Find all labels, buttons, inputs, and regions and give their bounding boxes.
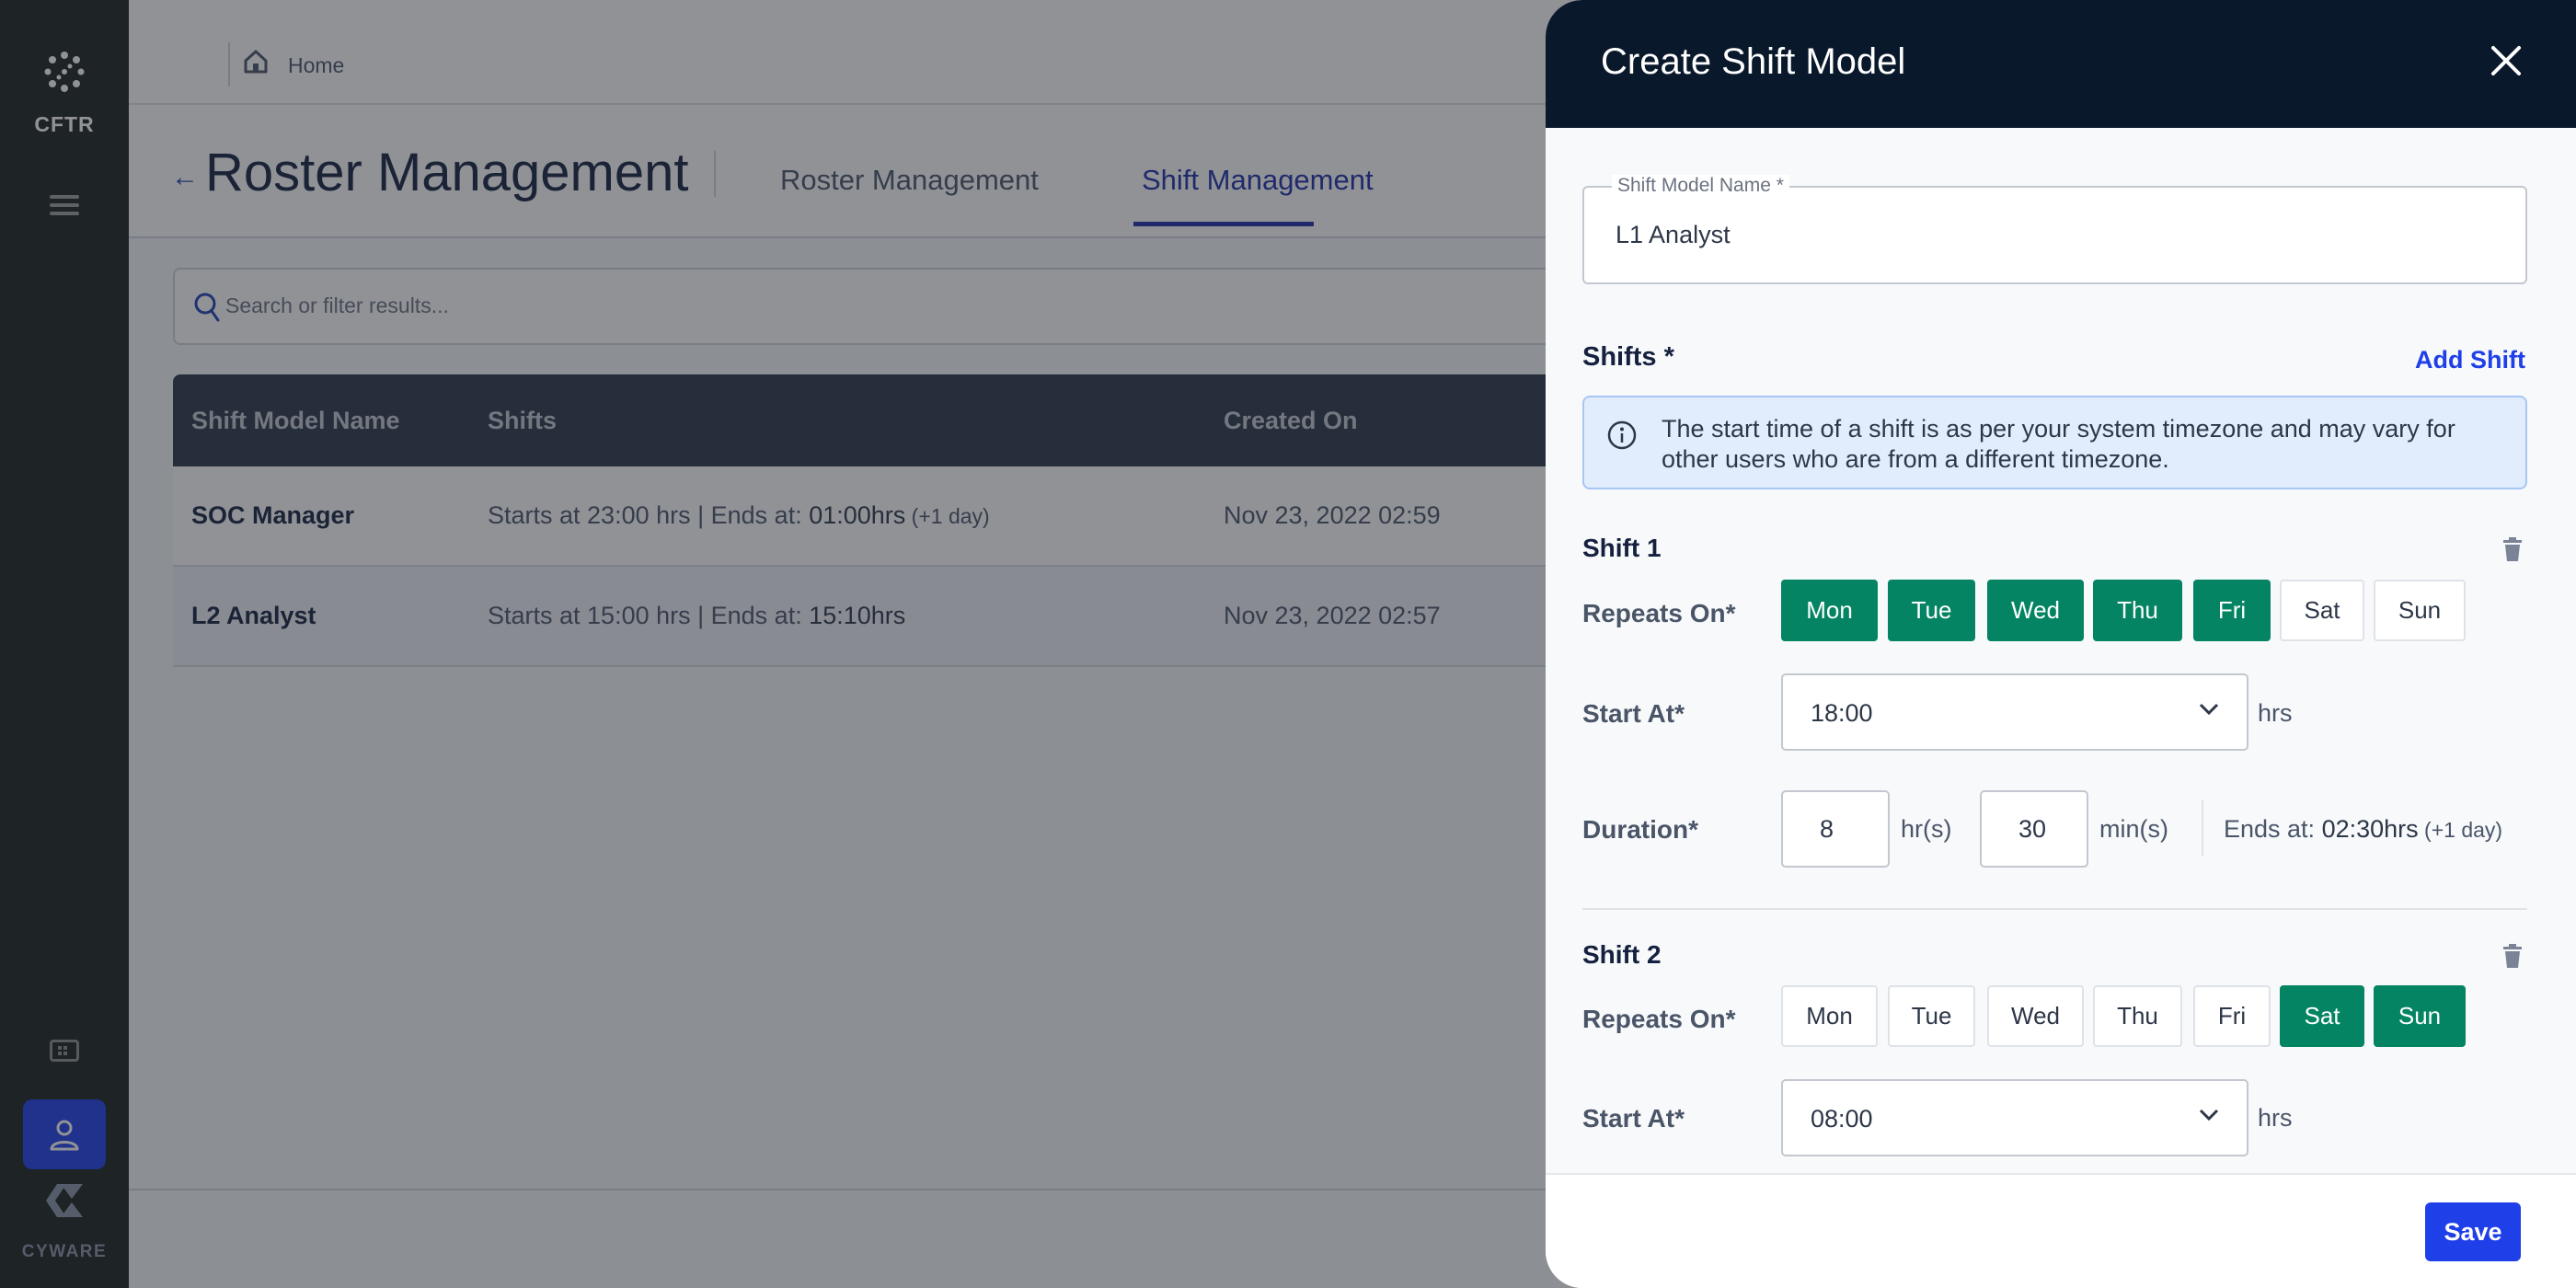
save-button[interactable]: Save (2425, 1202, 2521, 1261)
info-icon (1607, 420, 1637, 450)
duration-minutes-input[interactable] (1980, 790, 2088, 868)
ends-at-text: Ends at: 02:30hrs (+1 day) (2224, 815, 2502, 844)
ends-at-offset: (+1 day) (2418, 818, 2503, 842)
day-toggle-wed[interactable]: Wed (1987, 580, 2084, 641)
shift-divider (1582, 908, 2527, 910)
start-time-value: 18:00 (1811, 699, 1873, 727)
start-at-label: Start At* (1582, 1104, 1685, 1133)
duration-label: Duration* (1582, 815, 1698, 844)
day-toggle-mon[interactable]: Mon (1781, 580, 1878, 641)
shifts-heading: Shifts * (1582, 342, 1674, 372)
create-shift-model-drawer: Create Shift Model Shift Model Name * Sh… (1546, 0, 2576, 1288)
ends-at-label: Ends at: (2224, 815, 2322, 843)
chevron-down-icon (2199, 1109, 2219, 1121)
day-toggle-sun[interactable]: Sun (2374, 580, 2466, 641)
repeats-on-label: Repeats On* (1582, 599, 1736, 627)
timezone-info-banner: The start time of a shift is as per your… (1582, 396, 2527, 489)
drawer-header: Create Shift Model (1546, 0, 2576, 128)
trash-icon[interactable] (2501, 944, 2524, 968)
duration-hours-input[interactable] (1781, 790, 1890, 868)
minutes-unit: min(s) (2099, 815, 2168, 843)
hours-unit: hr(s) (1901, 815, 1952, 843)
drawer-footer: Save (1546, 1173, 2576, 1288)
drawer-title: Create Shift Model (1601, 41, 1906, 82)
day-toggle-thu[interactable]: Thu (2093, 985, 2182, 1047)
day-toggle-thu[interactable]: Thu (2093, 580, 2182, 641)
add-shift-link[interactable]: Add Shift (2415, 346, 2525, 374)
chevron-down-icon (2199, 703, 2219, 716)
shift-model-name-input[interactable] (1616, 221, 2444, 249)
day-toggle-fri[interactable]: Fri (2193, 985, 2271, 1047)
shift-2-title: Shift 2 (1582, 940, 1662, 969)
ends-at-time: 02:30hrs (2321, 815, 2419, 843)
hrs-unit: hrs (2258, 699, 2293, 727)
trash-icon[interactable] (2501, 537, 2524, 561)
day-toggle-wed[interactable]: Wed (1987, 985, 2084, 1047)
start-time-select[interactable]: 18:00 (1781, 673, 2248, 751)
day-toggle-sat[interactable]: Sat (2280, 580, 2364, 641)
info-text: The start time of a shift is as per your… (1662, 415, 2455, 473)
hrs-unit: hrs (2258, 1104, 2293, 1132)
day-toggle-tue[interactable]: Tue (1888, 580, 1975, 641)
start-at-label: Start At* (1582, 699, 1685, 728)
start-time-select[interactable]: 08:00 (1781, 1079, 2248, 1156)
repeats-on-label: Repeats On* (1582, 1005, 1736, 1033)
start-time-value: 08:00 (1811, 1105, 1873, 1133)
shift-model-name-field[interactable]: Shift Model Name * (1582, 175, 2527, 284)
day-toggle-tue[interactable]: Tue (1888, 985, 1975, 1047)
divider (2202, 800, 2203, 856)
day-toggle-sun[interactable]: Sun (2374, 985, 2466, 1047)
day-toggle-sat[interactable]: Sat (2280, 985, 2364, 1047)
close-icon[interactable] (2488, 42, 2524, 79)
shift-1-title: Shift 1 (1582, 534, 1662, 562)
day-toggle-mon[interactable]: Mon (1781, 985, 1878, 1047)
day-toggle-fri[interactable]: Fri (2193, 580, 2271, 641)
field-label: Shift Model Name * (1612, 175, 1789, 197)
